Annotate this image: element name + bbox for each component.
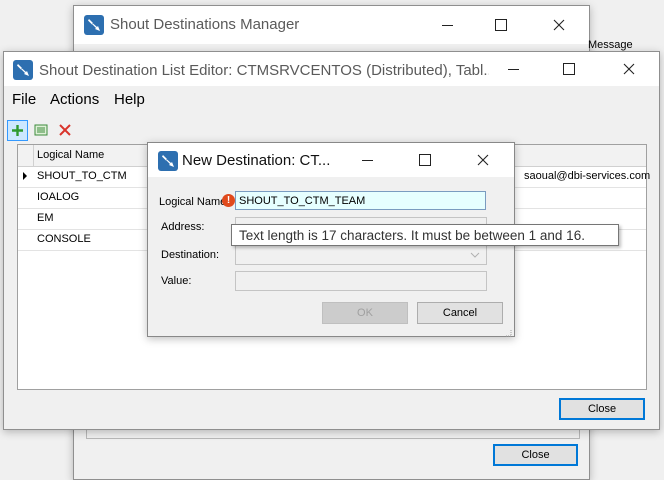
app-icon (13, 60, 33, 80)
edit-button[interactable] (32, 121, 50, 139)
close-icon (553, 19, 565, 31)
menu-help[interactable]: Help (114, 91, 145, 108)
window-title: Shout Destination List Editor: CTMSRVCEN… (39, 62, 489, 79)
title-bar[interactable]: Shout Destination List Editor: CTMSRVCEN… (4, 52, 659, 86)
ok-button[interactable]: OK (322, 302, 408, 324)
maximize-button[interactable] (478, 10, 524, 40)
minimize-icon (361, 159, 373, 161)
column-header-message: Message (588, 39, 633, 51)
dialog-title: New Destination: CT... (182, 152, 331, 169)
app-icon (158, 151, 178, 171)
maximize-button[interactable] (546, 54, 592, 84)
close-button[interactable]: Close (559, 398, 645, 420)
close-button[interactable]: Close (493, 444, 578, 466)
tooltip-text: Text length is 17 characters. It must be… (239, 228, 585, 243)
list-icon (34, 124, 48, 136)
menu-actions[interactable]: Actions (50, 91, 99, 108)
app-icon (84, 15, 104, 35)
minimize-button[interactable] (344, 145, 390, 175)
value-label: Value: (161, 275, 192, 287)
menu-bar: File Actions Help (4, 89, 657, 113)
cell-logical-name: IOALOG (37, 191, 80, 203)
destination-dropdown[interactable] (235, 245, 487, 265)
resize-grip-icon (505, 330, 512, 337)
row-header-column (18, 145, 34, 166)
close-window-button[interactable] (460, 145, 506, 175)
title-bar[interactable]: Shout Destinations Manager (74, 6, 589, 44)
maximize-icon (563, 63, 575, 75)
value-field[interactable] (235, 271, 487, 291)
minimize-button[interactable] (490, 54, 536, 84)
close-window-button[interactable] (606, 54, 652, 84)
toolbar (4, 118, 657, 142)
add-icon (12, 125, 23, 136)
column-header-logical-name[interactable]: Logical Name (37, 149, 104, 161)
address-label: Address: (161, 221, 205, 233)
maximize-icon (419, 154, 431, 166)
minimize-icon (507, 68, 519, 70)
cell-email: saoual@dbi-services.com (524, 170, 651, 182)
destination-label: Destination: (161, 249, 220, 261)
add-button[interactable] (7, 120, 28, 141)
maximize-icon (495, 19, 507, 31)
row-selector-arrow-icon (23, 172, 27, 180)
menu-file[interactable]: File (12, 91, 36, 108)
close-icon (623, 63, 635, 75)
warning-circle-icon: ! (222, 194, 235, 207)
minimize-icon (441, 24, 453, 26)
cancel-button[interactable]: Cancel (417, 302, 503, 324)
cell-logical-name: SHOUT_TO_CTM (37, 170, 127, 182)
validation-tooltip: Text length is 17 characters. It must be… (231, 224, 619, 246)
minimize-button[interactable] (424, 10, 470, 40)
delete-button[interactable] (56, 121, 74, 139)
delete-icon (59, 124, 71, 136)
cell-logical-name: CONSOLE (37, 233, 91, 245)
close-icon (477, 154, 489, 166)
chevron-down-icon (470, 252, 480, 258)
title-bar[interactable]: New Destination: CT... (148, 143, 514, 177)
maximize-button[interactable] (402, 145, 448, 175)
cell-logical-name: EM (37, 212, 54, 224)
resize-grip[interactable] (504, 326, 512, 337)
logical-name-input[interactable] (235, 191, 486, 210)
window-title: Shout Destinations Manager (110, 16, 300, 33)
close-window-button[interactable] (536, 10, 582, 40)
logical-name-label: Logical Name (159, 196, 227, 208)
